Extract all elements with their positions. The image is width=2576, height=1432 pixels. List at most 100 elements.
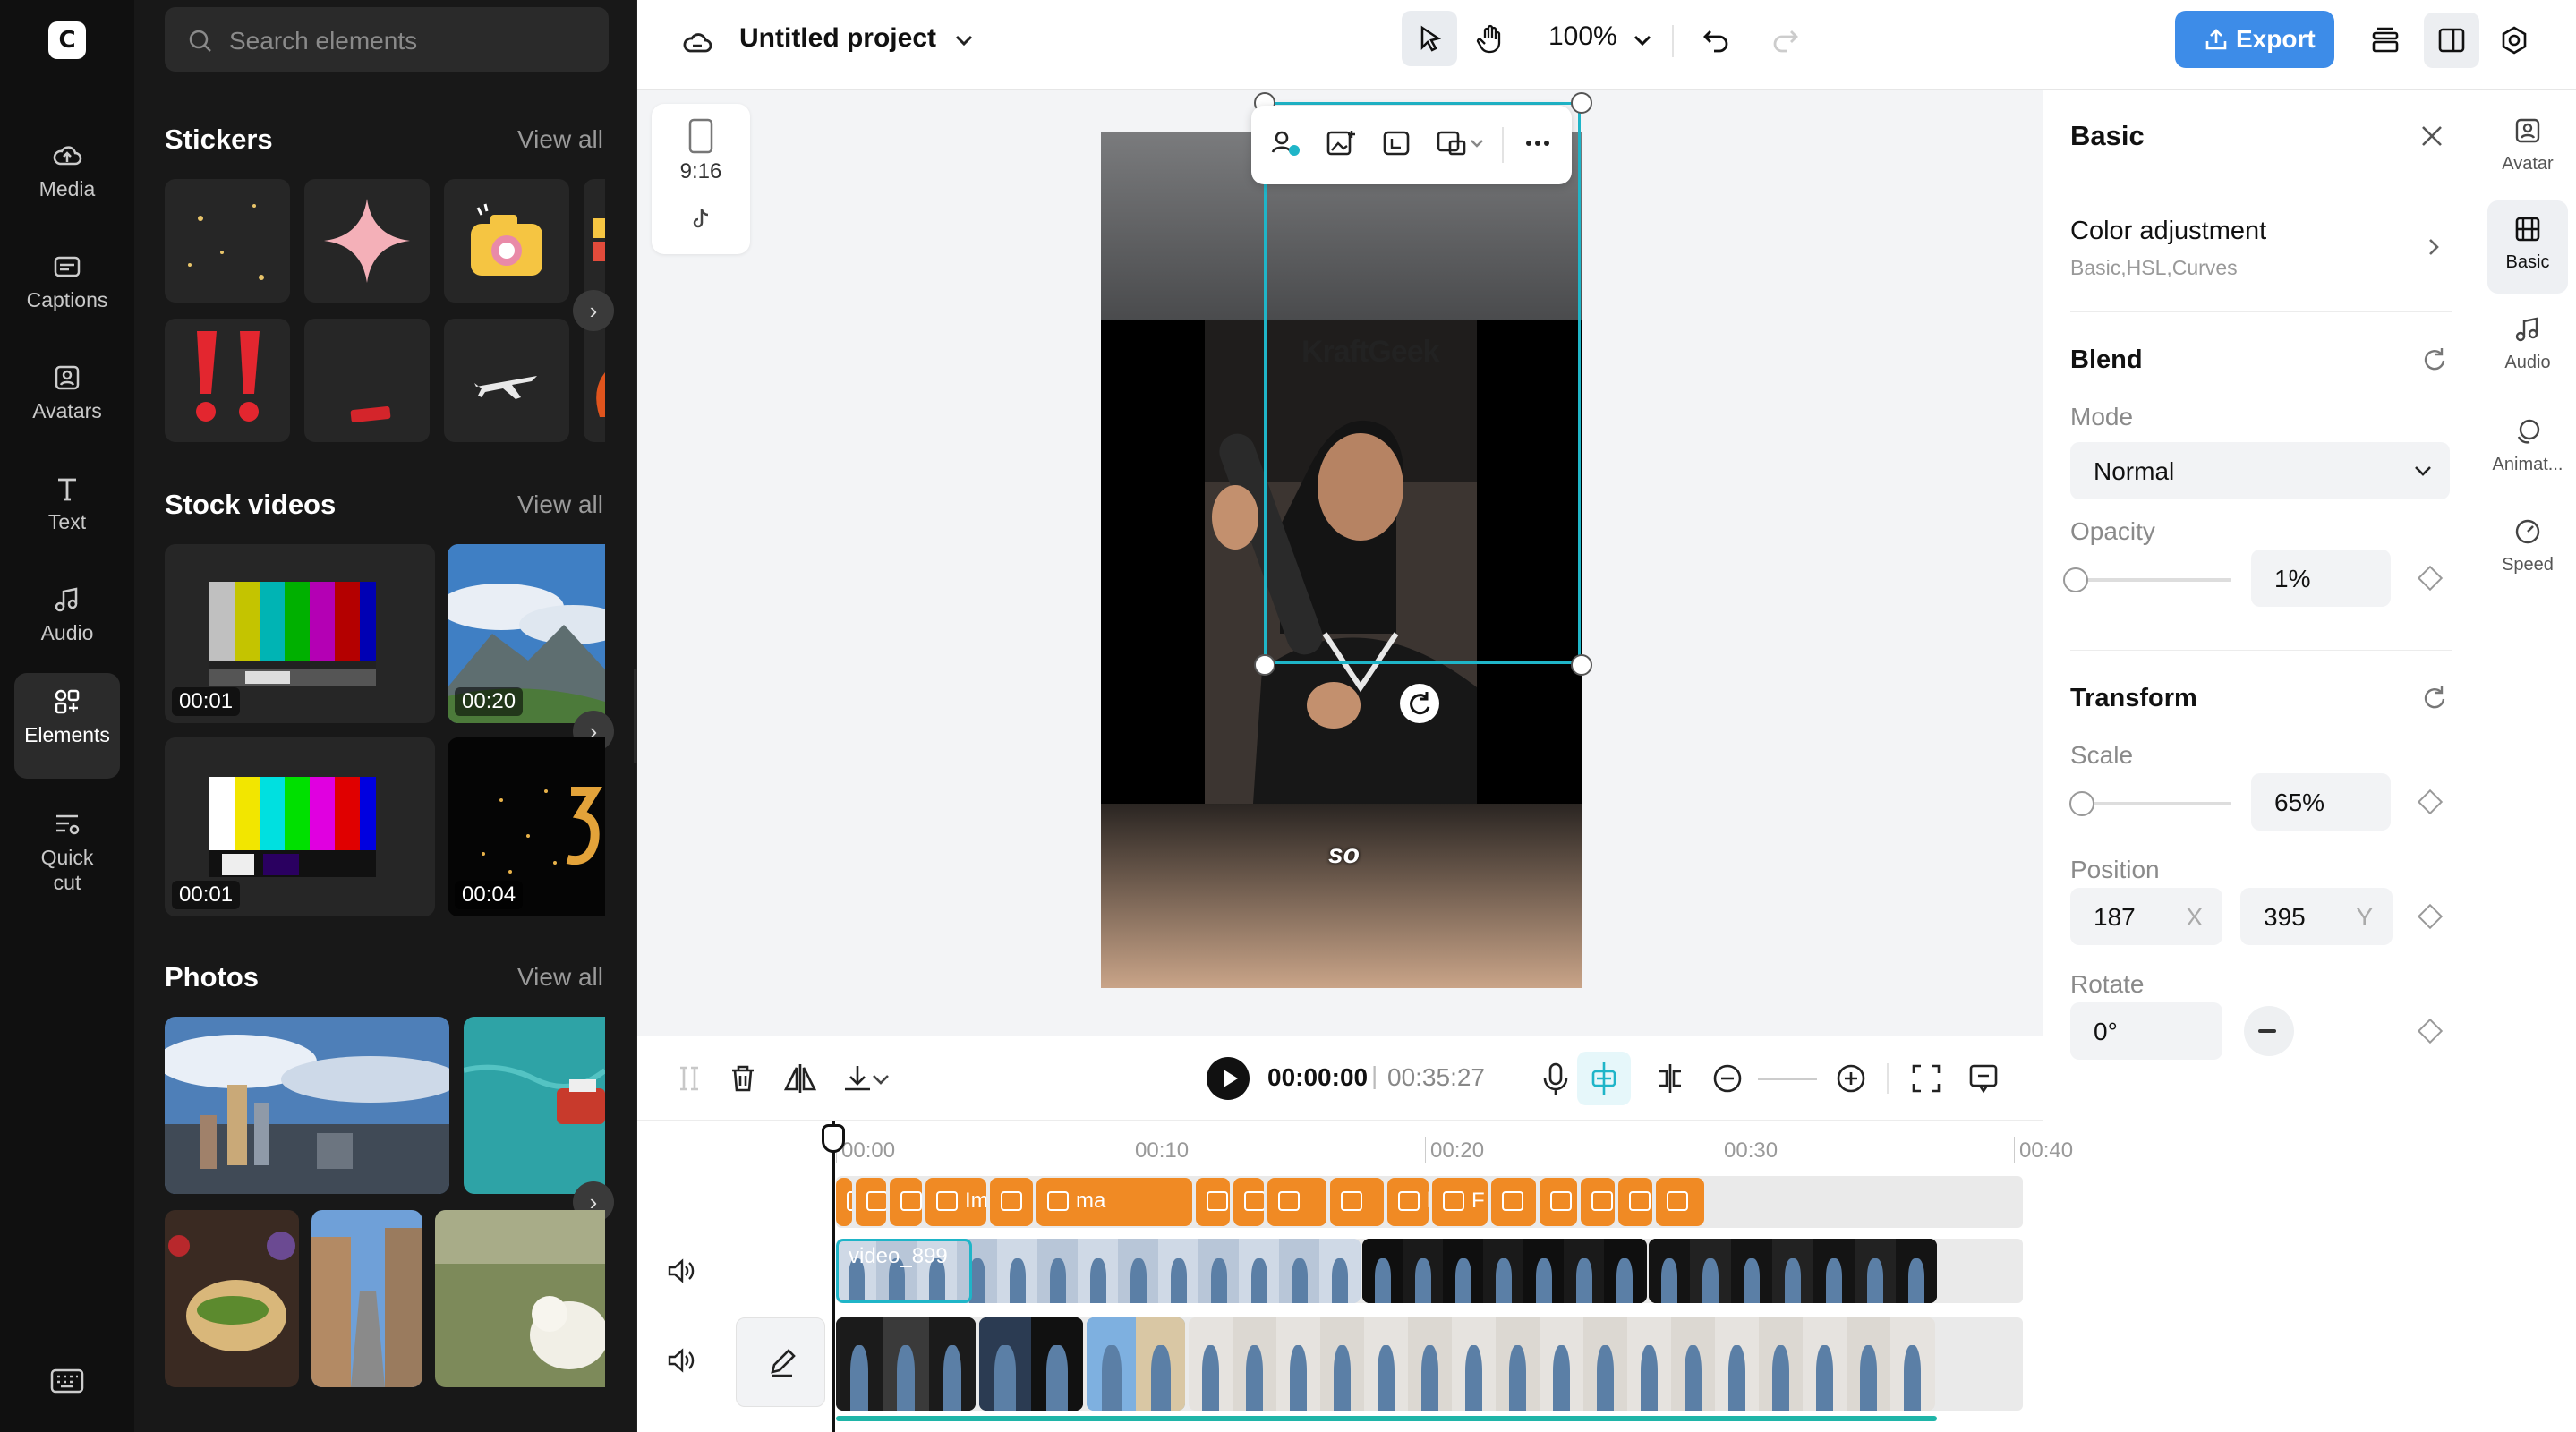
reset-icon[interactable] — [2421, 345, 2448, 372]
zoom-slider[interactable] — [1758, 1078, 1817, 1080]
timeline[interactable]: 00:00 00:10 00:20 00:30 00:40 Im ma hea Fit vid… — [637, 1121, 2073, 1432]
rrail-item-audio[interactable]: Audio — [2487, 301, 2568, 394]
rail-item-text[interactable]: Text — [14, 460, 120, 558]
sticker-plane[interactable] — [444, 319, 569, 442]
stock-videos-view-all[interactable]: View all — [517, 490, 603, 519]
layers-button[interactable] — [2358, 13, 2413, 68]
main-clip-1[interactable] — [836, 1317, 976, 1411]
hand-tool-button[interactable] — [1463, 11, 1518, 66]
rail-item-quick-cut[interactable]: Quick cut — [14, 795, 120, 908]
photo-sea[interactable] — [464, 1017, 605, 1194]
color-adjustment-row[interactable]: Color adjustment Basic,HSL,Curves — [2043, 206, 2478, 286]
project-menu-button[interactable] — [936, 13, 992, 68]
rail-item-media[interactable]: Media — [14, 127, 120, 226]
photo-city[interactable] — [165, 1017, 449, 1194]
app-logo[interactable]: C — [48, 21, 86, 59]
rotate-dial[interactable] — [2244, 1006, 2294, 1056]
sticker-star[interactable] — [304, 179, 430, 303]
cloud-save-button[interactable] — [670, 14, 725, 70]
caption-clip[interactable] — [890, 1178, 922, 1226]
sticker-partial[interactable] — [584, 179, 605, 303]
chevron-down-icon[interactable] — [1466, 125, 1488, 161]
rail-item-avatars[interactable]: Avatars — [14, 349, 120, 448]
trash-icon[interactable] — [721, 1057, 764, 1100]
caption-clip[interactable]: hea — [1387, 1178, 1429, 1226]
close-icon[interactable] — [2418, 122, 2446, 150]
main-clip-4[interactable] — [1189, 1317, 1935, 1411]
rrail-item-basic[interactable]: Basic — [2487, 200, 2568, 294]
sticker-partial-2[interactable] — [584, 319, 605, 442]
caption-clip[interactable]: ma — [1036, 1178, 1192, 1226]
resize-handle-bottom-left[interactable] — [1254, 654, 1275, 676]
volume-icon[interactable] — [662, 1253, 698, 1289]
rotate-keyframe-icon[interactable] — [2417, 1018, 2444, 1044]
rotate-handle[interactable] — [1400, 684, 1439, 723]
layout-toggle-button[interactable] — [2424, 13, 2479, 68]
main-clip-3[interactable] — [1087, 1317, 1185, 1411]
zoom-menu-button[interactable] — [1615, 13, 1670, 68]
sticker-red-bar[interactable] — [304, 319, 430, 442]
caption-clip[interactable] — [1330, 1178, 1384, 1226]
rrail-item-avatar[interactable]: Avatar — [2487, 102, 2568, 195]
settings-button[interactable] — [2486, 13, 2542, 68]
opacity-slider-knob[interactable] — [2062, 567, 2088, 592]
opacity-slider[interactable] — [2074, 578, 2231, 582]
replace-clip-icon[interactable] — [1434, 125, 1470, 161]
edit-cover-button[interactable] — [736, 1317, 825, 1407]
scale-input[interactable]: 65% — [2251, 773, 2391, 831]
redo-button[interactable] — [1758, 11, 1813, 66]
caption-clip[interactable] — [1196, 1178, 1230, 1226]
position-keyframe-icon[interactable] — [2417, 903, 2444, 930]
resize-handle-top-right[interactable] — [1571, 92, 1592, 114]
rail-item-elements[interactable]: Elements — [14, 673, 120, 779]
scale-slider[interactable] — [2074, 802, 2231, 806]
image-enhance-icon[interactable] — [1323, 125, 1359, 161]
scale-keyframe-icon[interactable] — [2417, 788, 2444, 815]
reset-icon[interactable] — [2421, 684, 2448, 711]
chevron-down-icon[interactable] — [866, 1057, 895, 1100]
position-y-input[interactable]: 395 Y — [2240, 888, 2393, 945]
aspect-ratio-card[interactable]: 9:16 — [652, 104, 750, 254]
playhead[interactable] — [832, 1121, 835, 1432]
stickers-view-all[interactable]: View all — [517, 125, 603, 154]
photo-street[interactable] — [311, 1210, 422, 1387]
photo-dog[interactable] — [435, 1210, 605, 1387]
zoom-in-icon[interactable] — [1830, 1057, 1872, 1100]
caption-clip[interactable] — [1618, 1178, 1652, 1226]
opacity-input[interactable]: 1% — [2251, 550, 2391, 607]
photo-tacos[interactable] — [165, 1210, 299, 1387]
zoom-level[interactable]: 100% — [1548, 21, 1617, 52]
split-clip-icon[interactable] — [1649, 1057, 1692, 1100]
split-disabled-icon[interactable] — [668, 1057, 711, 1100]
caption-clip[interactable] — [990, 1178, 1033, 1226]
resize-handle-bottom-right[interactable] — [1571, 654, 1592, 676]
play-button[interactable] — [1207, 1057, 1250, 1100]
project-title[interactable]: Untitled project — [739, 23, 936, 54]
stickers-next-button[interactable]: › — [573, 290, 614, 331]
playhead-handle[interactable] — [822, 1124, 845, 1153]
flip-icon[interactable] — [779, 1057, 822, 1100]
canvas-area[interactable]: 9:16 KraftGeek so — [637, 90, 2043, 1036]
volume-icon[interactable] — [662, 1342, 698, 1378]
caption-clip[interactable]: F — [1432, 1178, 1488, 1226]
overlay-clip-1[interactable]: video_899 — [836, 1239, 1361, 1303]
select-tool-button[interactable] — [1402, 11, 1457, 66]
opacity-keyframe-icon[interactable] — [2417, 565, 2444, 592]
comment-icon[interactable] — [1962, 1057, 2005, 1100]
more-icon[interactable] — [1520, 125, 1556, 161]
remove-background-icon[interactable] — [1267, 125, 1303, 161]
rrail-item-animation[interactable]: Animat... — [2487, 403, 2568, 496]
caption-clip[interactable] — [1656, 1178, 1704, 1226]
caption-clip[interactable] — [1233, 1178, 1264, 1226]
stock-video-1[interactable]: 00:01 — [165, 544, 435, 723]
sticker-camera[interactable] — [444, 179, 569, 303]
stock-video-3[interactable]: 00:01 — [165, 737, 435, 916]
position-x-input[interactable]: 187 X — [2070, 888, 2222, 945]
rail-item-captions[interactable]: Captions — [14, 238, 120, 337]
sticker-exclamation[interactable] — [165, 319, 290, 442]
caption-clip[interactable] — [1267, 1178, 1326, 1226]
rail-item-audio[interactable]: Audio — [14, 571, 120, 669]
microphone-icon[interactable] — [1534, 1057, 1577, 1100]
caption-clip[interactable] — [836, 1178, 852, 1226]
export-button[interactable]: Export — [2175, 11, 2334, 68]
